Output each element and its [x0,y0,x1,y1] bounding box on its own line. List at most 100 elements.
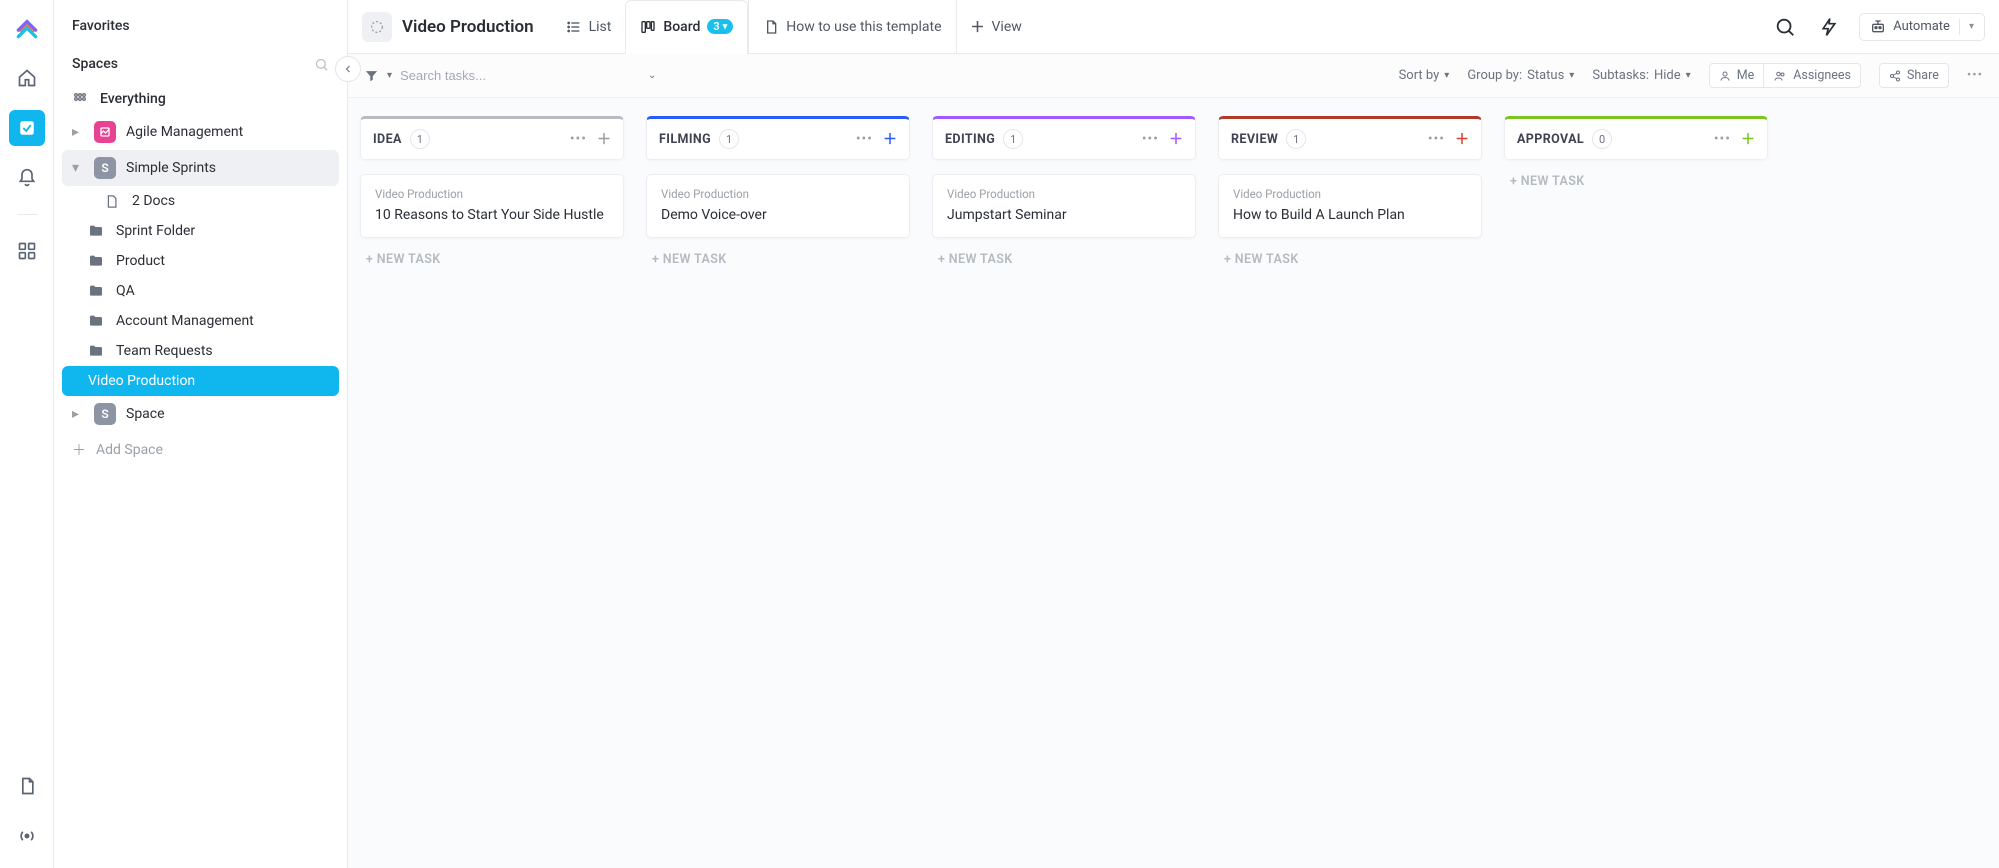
main-area: Video Production List Board 3▾ How to us… [348,0,1999,868]
sidebar-item-sprint-folder[interactable]: Sprint Folder [62,216,339,246]
new-task-button[interactable]: + NEW TASK [646,238,910,271]
task-card[interactable]: Video Production Jumpstart Seminar [932,174,1196,238]
column-header[interactable]: APPROVAL0•••＋ [1504,116,1768,160]
sidebar: Favorites Spaces Everything ▸ Agile Mana… [54,0,348,868]
new-task-button[interactable]: + NEW TASK [1218,238,1482,271]
task-card[interactable]: Video ProductionHow to Build A Launch Pl… [1218,174,1482,238]
add-task-icon[interactable]: ＋ [1169,129,1183,149]
docs-icon[interactable] [9,768,45,804]
new-task-button[interactable]: + NEW TASK [1504,160,1768,193]
folder-icon [88,253,106,269]
broadcast-icon[interactable] [9,818,45,854]
board-column: REVIEW1•••＋Video ProductionHow to Build … [1218,116,1482,271]
chevron-right-icon: ▸ [72,406,84,422]
filter-icon[interactable] [364,68,379,83]
tasks-icon[interactable] [9,110,45,146]
grid-icon [72,91,90,107]
board-column: IDEA 1 ••• ＋ Video Production10 Reasons to S… [360,116,624,271]
card-title: Jumpstart Seminar [947,207,1181,223]
page-title: Video Production [402,17,534,37]
column-header[interactable]: IDEA 1 ••• ＋ [360,116,624,160]
add-space-button[interactable]: ＋ Add Space [62,432,339,468]
more-icon[interactable]: ••• [1714,131,1731,147]
column-header[interactable]: EDITING1•••＋ [932,116,1196,160]
card-breadcrumb: Video Production [947,187,1181,201]
more-icon[interactable]: ••• [1967,68,1983,83]
board-column: FILMING1•••＋Video ProductionDemo Voice-o… [646,116,910,271]
column-header[interactable]: FILMING1•••＋ [646,116,910,160]
sprint-folder-label: Sprint Folder [116,223,195,239]
sidebar-item-team-requests[interactable]: Team Requests [62,336,339,366]
more-icon[interactable]: ••• [856,131,873,147]
space-badge-icon: S [94,403,116,425]
subtasks-label: Subtasks: [1592,68,1649,83]
account-mgmt-label: Account Management [116,313,254,329]
sidebar-item-docs[interactable]: 2 Docs [62,186,339,216]
home-icon[interactable] [9,60,45,96]
sidebar-item-everything[interactable]: Everything [62,84,339,114]
add-task-icon[interactable]: ＋ [883,129,897,149]
favorites-header[interactable]: Favorites [62,10,339,42]
apps-icon[interactable] [9,233,45,269]
spaces-header[interactable]: Spaces [62,48,339,80]
sort-by-dropdown[interactable]: Sort by ▾ [1399,68,1450,83]
column-header[interactable]: REVIEW1•••＋ [1218,116,1482,160]
chevron-down-icon[interactable]: ⌄ [648,70,656,81]
sidebar-item-qa[interactable]: QA [62,276,339,306]
chevron-right-icon: ▸ [72,124,84,140]
sidebar-item-video-production[interactable]: Video Production [62,366,339,396]
column-count: 1 [1003,129,1023,149]
task-card[interactable]: Video ProductionDemo Voice-over [646,174,910,238]
assignees-button[interactable]: Assignees [1764,63,1861,88]
card-breadcrumb: Video Production [661,187,895,201]
sidebar-item-space[interactable]: ▸ S Space [62,396,339,432]
board-column: APPROVAL0•••＋+ NEW TASK [1504,116,1768,193]
sidebar-item-product[interactable]: Product [62,246,339,276]
share-button[interactable]: Share [1879,63,1949,88]
search-icon[interactable] [1771,13,1799,41]
task-card[interactable]: Video Production10 Reasons to Start Your… [360,174,624,238]
add-task-icon[interactable]: ＋ [597,129,611,149]
favorites-label: Favorites [72,18,130,34]
new-task-button[interactable]: + NEW TASK [932,238,1196,271]
chevron-down-icon[interactable]: ▾ [387,70,392,81]
me-button[interactable]: Me [1709,63,1765,88]
plus-icon: ＋ [971,17,985,37]
sidebar-item-simple-sprints[interactable]: ▾ S Simple Sprints [62,150,339,186]
simple-sprints-label: Simple Sprints [126,160,216,176]
more-icon[interactable]: ••• [1428,131,1445,147]
search-input[interactable] [400,68,560,83]
tab-board[interactable]: Board 3▾ [625,0,748,53]
folder-icon [88,313,106,329]
more-icon[interactable]: ••• [570,131,587,147]
chevron-down-icon: ▾ [1444,70,1449,81]
sidebar-item-agile[interactable]: ▸ Agile Management [62,114,339,150]
search-icon[interactable] [314,57,329,72]
subtasks-dropdown[interactable]: Subtasks: Hide ▾ [1592,68,1690,83]
agile-badge-icon [94,121,116,143]
tab-add-view[interactable]: ＋ View [956,0,1036,53]
sidebar-item-account-management[interactable]: Account Management [62,306,339,336]
add-task-icon[interactable]: ＋ [1741,129,1755,149]
add-task-icon[interactable]: ＋ [1455,129,1469,149]
collapse-sidebar-button[interactable] [335,56,361,82]
tab-list[interactable]: List [552,0,626,53]
card-title: 10 Reasons to Start Your Side Hustle [375,207,609,223]
chevron-down-icon: ▾ [1686,70,1691,81]
folder-icon [88,343,106,359]
notifications-icon[interactable] [9,160,45,196]
tab-howto[interactable]: How to use this template [748,0,955,53]
column-count: 1 [410,129,430,149]
more-icon[interactable]: ••• [1142,131,1159,147]
chevron-down-icon: ▾ [1569,70,1574,81]
group-by-dropdown[interactable]: Group by: Status ▾ [1467,68,1574,83]
folder-icon [88,283,106,299]
bolt-icon[interactable] [1815,13,1843,41]
group-label: Group by: [1467,68,1522,83]
column-title: IDEA [373,132,402,147]
new-task-button[interactable]: + NEW TASK [360,238,624,271]
app-logo[interactable] [9,10,45,46]
card-breadcrumb: Video Production [1233,187,1467,201]
automate-button[interactable]: Automate ▾ [1859,13,1985,41]
divider [1959,19,1960,35]
